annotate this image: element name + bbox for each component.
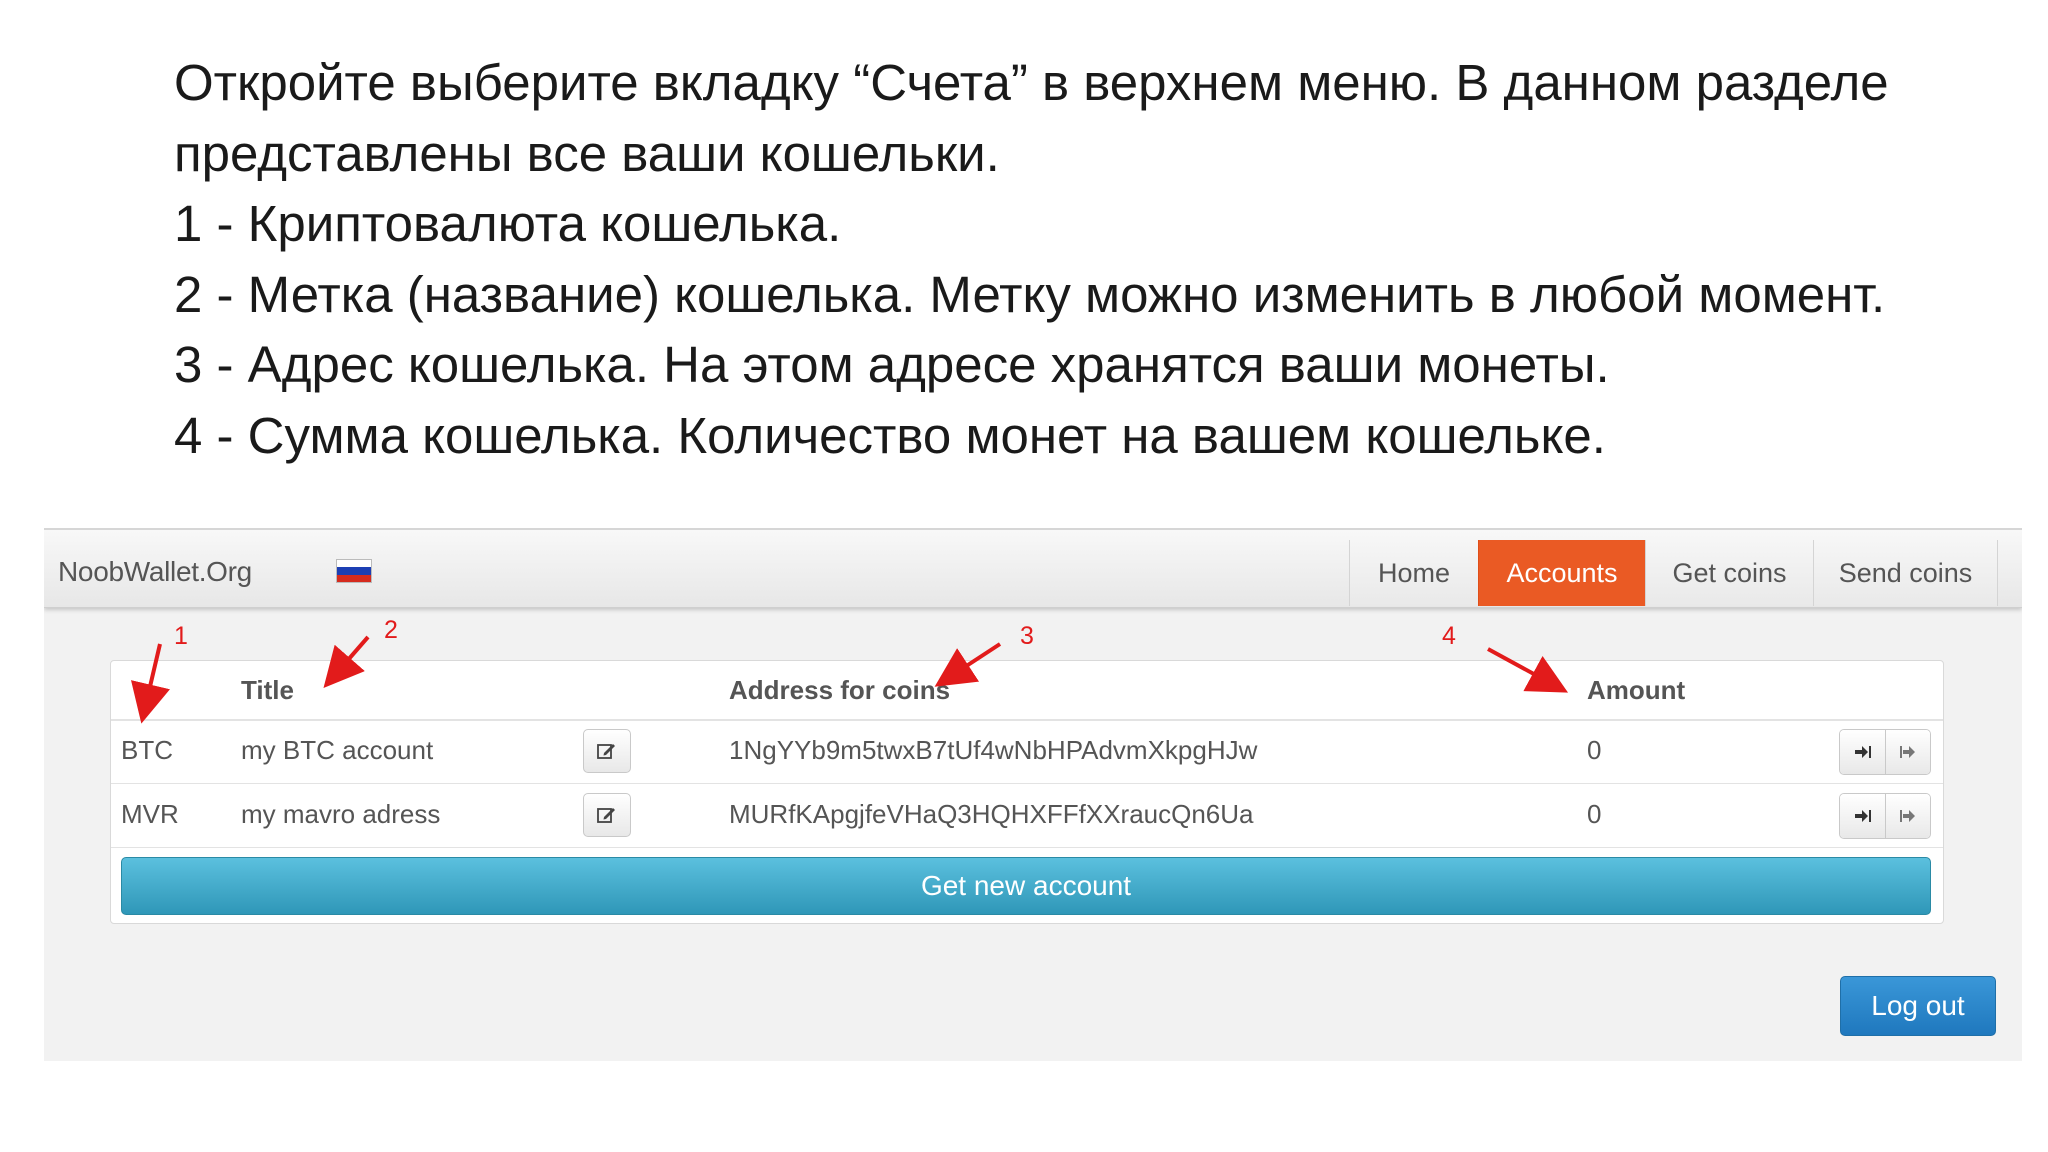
- instruction-line: 2 - Метка (название) кошелька. Метку мож…: [174, 265, 1886, 323]
- instruction-line: представлены все ваши кошельки.: [174, 124, 1000, 182]
- instruction-line: Откройте выберите вкладку “Счета” в верх…: [174, 54, 1889, 111]
- instruction-line: 1 - Криптовалюта кошелька.: [174, 195, 842, 252]
- instruction-line: 3 - Адрес кошелька. На этом адресе храня…: [174, 336, 1610, 393]
- annotation-arrow: [131, 643, 170, 724]
- annotation-arrow: [1487, 647, 1569, 693]
- annotation-arrow: [323, 635, 370, 689]
- instruction-text: Откройте выберите вкладку “Счета” в верх…: [174, 48, 2014, 471]
- annotation-arrow: [934, 642, 1002, 687]
- annotation-arrows: [131, 635, 1569, 724]
- wallet-screenshot: NoobWallet.Org Home Accounts Get coins S…: [44, 528, 2022, 1061]
- instruction-line: 4 - Сумма кошелька. Количество монет на …: [174, 406, 1606, 464]
